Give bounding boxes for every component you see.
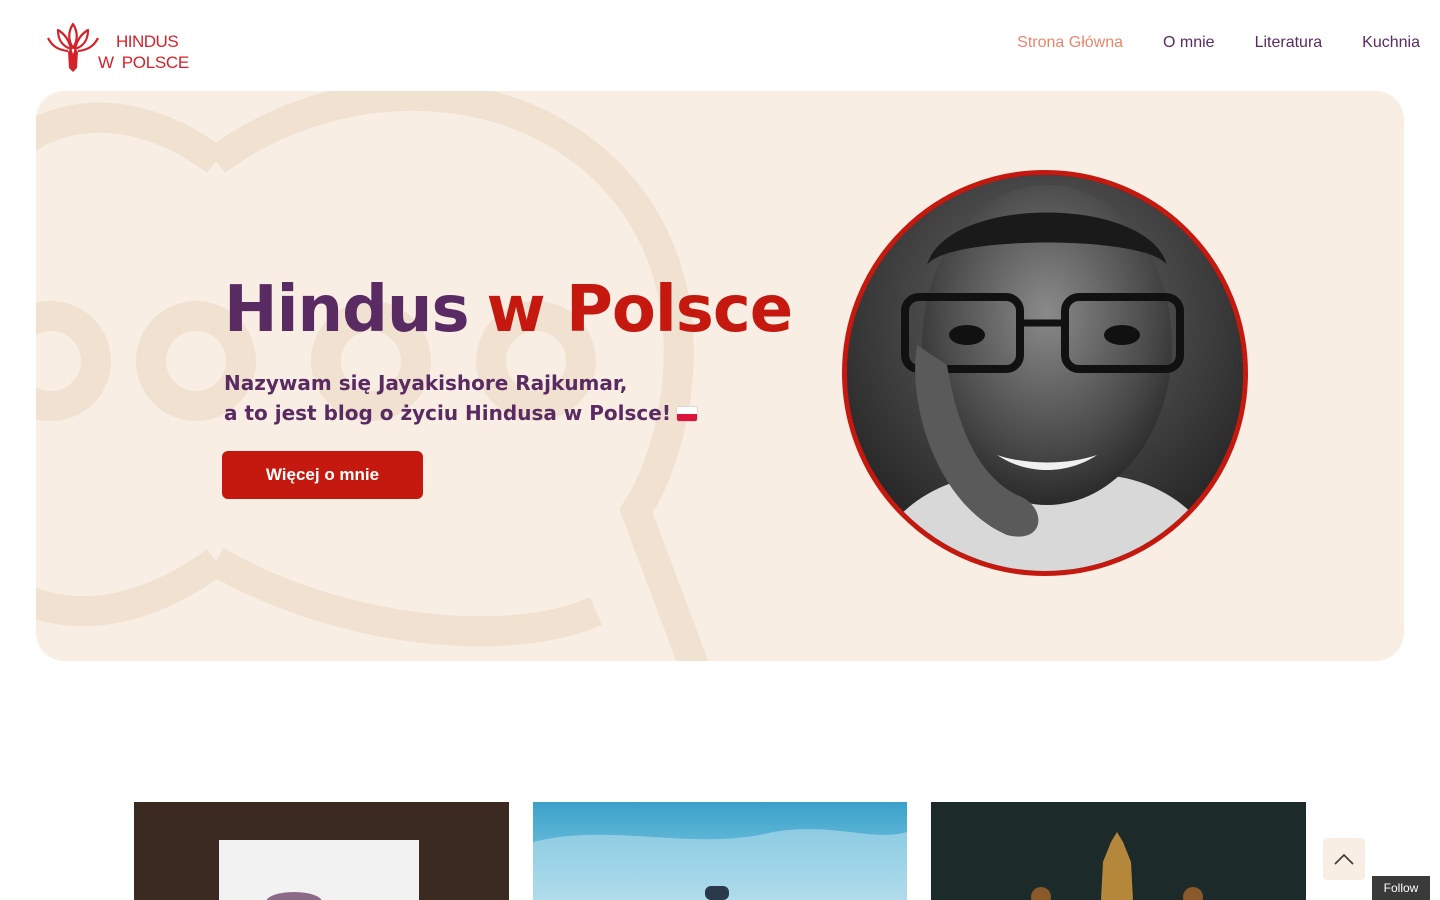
nav-item-literature[interactable]: Literatura (1255, 34, 1323, 52)
scroll-to-top-button[interactable] (1323, 838, 1365, 880)
logo-text-w-polsce: W POLSCE (98, 53, 189, 72)
hero-subtitle-line1: Nazywam się Jayakishore Rajkumar, (224, 371, 628, 395)
post-card-image-3[interactable] (931, 802, 1306, 900)
main-nav: Strona Główna O mnie Literatura Kuchnia (1017, 34, 1420, 52)
hero-subtitle: Nazywam się Jayakishore Rajkumar, a to j… (224, 368, 697, 428)
more-about-me-button[interactable]: Więcej o mnie (222, 451, 423, 499)
author-photo (847, 175, 1243, 571)
site-header: HINDUS W POLSCE Strona Główna O mnie Lite… (0, 0, 1440, 90)
logo-text-hindus: HINDUS (116, 32, 179, 51)
nav-item-home[interactable]: Strona Główna (1017, 34, 1123, 52)
hero-banner: Hindus w Polsce Nazywam się Jayakishore R… (36, 91, 1404, 661)
hero-title-hindus: Hindus (224, 273, 470, 347)
nav-item-about[interactable]: O mnie (1163, 34, 1215, 52)
author-portrait (842, 170, 1248, 576)
hero-subtitle-line2: a to jest blog o życiu Hindusa w Polsce! (224, 401, 671, 425)
site-logo[interactable]: HINDUS W POLSCE (46, 18, 206, 76)
follow-button[interactable]: Follow (1372, 876, 1430, 900)
hero-title-w-polsce: w Polsce (486, 273, 794, 347)
nav-item-kitchen[interactable]: Kuchnia (1362, 34, 1420, 52)
post-card-image-2[interactable] (533, 802, 907, 900)
post-card-image-1[interactable] (134, 802, 509, 900)
hero-title: Hindus w Polsce (224, 273, 794, 347)
chevron-up-icon (1334, 853, 1354, 865)
polish-flag-icon (676, 407, 697, 421)
